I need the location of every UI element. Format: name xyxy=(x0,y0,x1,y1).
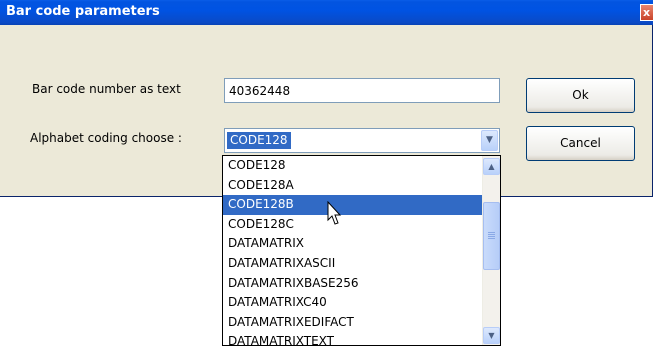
window-title: Bar code parameters xyxy=(6,4,160,19)
alphabet-coding-label: Alphabet coding choose : xyxy=(30,131,182,145)
cancel-button[interactable]: Cancel xyxy=(526,126,635,161)
dropdown-item-datamatrixtext[interactable]: DATAMATRIXTEXT xyxy=(223,332,482,345)
close-icon[interactable]: x xyxy=(640,4,653,21)
dropdown-item-code128c[interactable]: CODE128C xyxy=(223,215,482,235)
dropdown-item-datamatrixc40[interactable]: DATAMATRIXC40 xyxy=(223,293,482,313)
alphabet-selected-value: CODE128 xyxy=(226,131,292,150)
chevron-down-icon[interactable]: ▼ xyxy=(481,130,498,151)
scrollbar-thumb[interactable] xyxy=(483,202,500,270)
dropdown-items: CODE128 CODE128A CODE128B CODE128C DATAM… xyxy=(223,156,482,345)
title-bar[interactable]: Bar code parameters x xyxy=(0,0,653,25)
dropdown-scrollbar[interactable]: ▲ ▼ xyxy=(482,156,500,345)
mouse-pointer-icon xyxy=(327,201,342,225)
dropdown-item-datamatrix[interactable]: DATAMATRIX xyxy=(223,234,482,254)
scrollbar-grip xyxy=(488,232,495,233)
dropdown-item-datamatrixascii[interactable]: DATAMATRIXASCII xyxy=(223,254,482,274)
dropdown-item-code128a[interactable]: CODE128A xyxy=(223,176,482,196)
dropdown-item-datamatrixedifact[interactable]: DATAMATRIXEDIFACT xyxy=(223,313,482,333)
chevron-down-icon[interactable]: ▼ xyxy=(483,327,500,344)
chevron-up-icon[interactable]: ▲ xyxy=(483,158,500,175)
alphabet-coding-select[interactable]: CODE128 ▼ xyxy=(224,128,500,153)
bar-code-number-label: Bar code number as text xyxy=(32,82,181,96)
ok-button[interactable]: Ok xyxy=(526,78,635,113)
bar-code-number-input[interactable]: 40362448 xyxy=(224,78,500,103)
dropdown-item-code128[interactable]: CODE128 xyxy=(223,156,482,176)
dropdown-item-code128b[interactable]: CODE128B xyxy=(223,195,482,215)
alphabet-dropdown-list[interactable]: CODE128 CODE128A CODE128B CODE128C DATAM… xyxy=(222,155,501,346)
dropdown-item-datamatrixbase256[interactable]: DATAMATRIXBASE256 xyxy=(223,274,482,294)
